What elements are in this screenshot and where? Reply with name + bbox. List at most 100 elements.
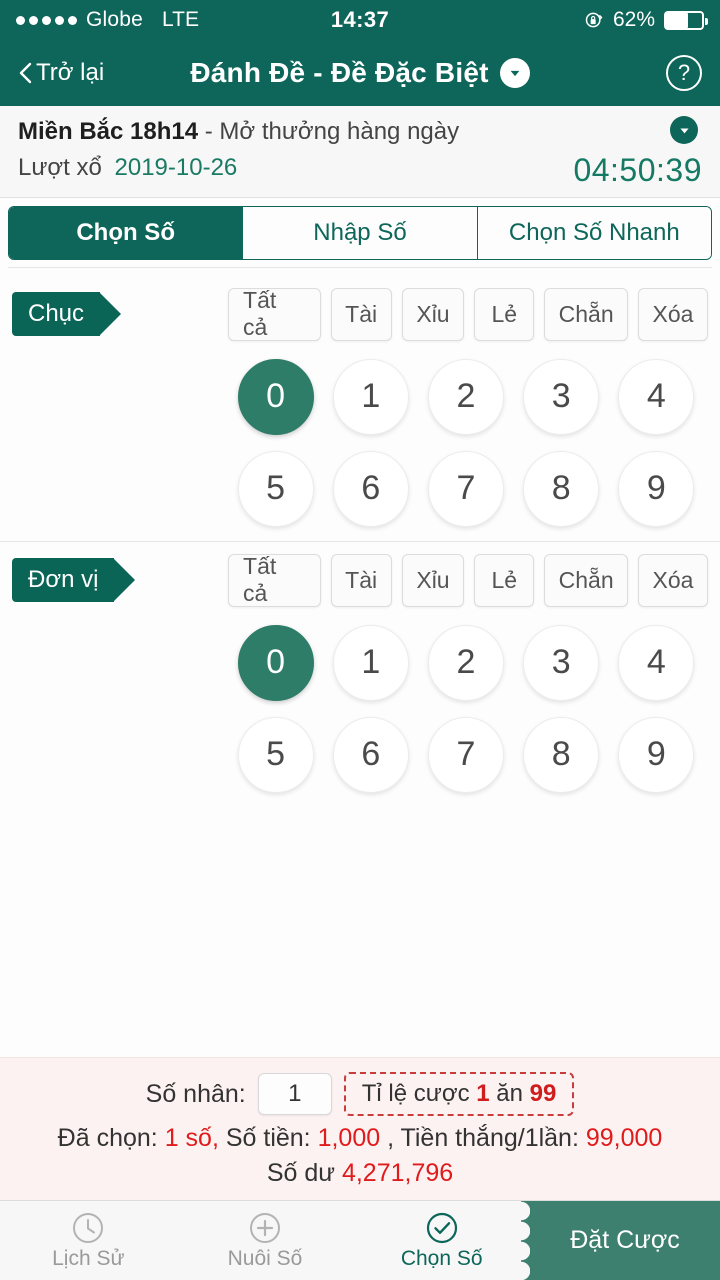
nav-item-chon-so[interactable]: Chọn Số [353,1201,530,1280]
number-ball-label: 4 [646,377,666,416]
draw-schedule: - Mở thưởng hàng ngày [204,118,460,145]
number-ball-label: 0 [266,643,286,682]
place-bet-label: Đặt Cược [570,1226,680,1254]
number-ball-0[interactable]: 0 [237,358,314,435]
page-title-group: Đánh Đề - Đề Đặc Biệt [0,57,720,89]
title-dropdown-button[interactable] [499,58,530,88]
number-ball-1[interactable]: 1 [332,624,409,701]
filter-button-5[interactable]: Xóa [637,553,708,607]
filter-button-0[interactable]: Tất cả [228,287,321,341]
filter-button-0[interactable]: Tất cả [228,553,321,607]
filter-button-row-2: Tất cả Tài Xỉu Lẻ Chẵn Xóa [228,553,720,607]
number-ball-2[interactable]: 2 [427,358,504,435]
number-ball-0[interactable]: 0 [237,624,314,701]
filter-button-label: Tài [345,566,378,593]
number-ball-label: 2 [456,377,476,416]
number-ball-label: 6 [361,469,381,508]
draw-region: Miền Bắc 18h14 [18,118,199,145]
panel-tag-label: Đơn vị [28,565,99,593]
tab-1[interactable]: Chọn Số [9,206,244,259]
multiplier-row: Số nhân: 1 Tỉ lệ cược 1 ăn 99 [0,1072,720,1116]
number-ball-5[interactable]: 5 [237,450,314,527]
number-grid-2: 0 1 2 3 4 5 6 7 8 9 [228,624,720,793]
balance-label: Số dư [266,1159,335,1187]
filter-button-label: Chẵn [558,566,614,593]
signal-strength-icon [16,15,77,25]
number-ball-label: 6 [361,735,381,774]
draw-expand-button[interactable] [670,116,698,144]
countdown-timer: 04:50:39 [573,151,702,188]
odds-mid: ăn [496,1080,523,1107]
number-ball-label: 7 [456,735,476,774]
nav-item-nuoi-so[interactable]: Nuôi Số [177,1201,354,1280]
number-ball-7[interactable]: 7 [427,450,504,527]
help-label: ? [677,60,691,85]
number-panel-2: Đơn vị Tất cả Tài Xỉu Lẻ Chẵn Xóa 0 1 2 3 4 5 6 7 8 9 [0,540,720,807]
number-ball-5[interactable]: 5 [237,716,314,793]
help-button[interactable]: ? [666,55,702,91]
number-ball-4[interactable]: 4 [618,358,695,435]
filter-button-1[interactable]: Tài [330,553,392,607]
filter-button-3[interactable]: Lẻ [474,287,535,341]
filter-button-1[interactable]: Tài [330,287,392,341]
filter-button-label: Xỉu [416,566,450,593]
back-button[interactable]: Trở lại [18,59,104,87]
number-ball-2[interactable]: 2 [427,624,504,701]
odds-badge: Tỉ lệ cược 1 ăn 99 [343,1072,575,1116]
number-ball-label: 0 [266,377,286,416]
carrier-name: Globe [86,8,144,31]
nav-label-history: Lịch Sử [52,1246,125,1270]
number-ball-label: 8 [551,735,571,774]
filter-button-4[interactable]: Chẵn [544,287,628,341]
place-bet-button[interactable]: Đặt Cược [521,1201,720,1280]
filter-button-4[interactable]: Chẵn [544,553,628,607]
number-ball-9[interactable]: 9 [618,450,695,527]
number-ball-3[interactable]: 3 [523,358,600,435]
odds-prefix: Tỉ lệ cược [361,1080,470,1107]
filter-button-label: Chẵn [558,300,614,327]
filter-button-2[interactable]: Xỉu [401,287,465,341]
number-ball-6[interactable]: 6 [332,450,409,527]
number-ball-7[interactable]: 7 [427,716,504,793]
nav-item-history[interactable]: Lịch Sử [0,1201,177,1280]
number-ball-label: 9 [646,469,666,508]
number-ball-label: 5 [266,735,286,774]
filter-button-row-1: Tất cả Tài Xỉu Lẻ Chẵn Xóa [228,287,720,341]
clock-icon [71,1211,105,1245]
number-ball-6[interactable]: 6 [332,716,409,793]
chevron-left-icon [18,62,32,84]
draw-label: Lượt xổ [18,154,102,182]
panel-tag-label: Chục [28,299,85,327]
filter-button-2[interactable]: Xỉu [401,553,465,607]
filter-button-label: Tất cả [243,287,277,341]
tab-3[interactable]: Chọn Số Nhanh [477,206,711,259]
number-ball-label: 9 [646,735,666,774]
number-ball-8[interactable]: 8 [523,716,600,793]
tab-2[interactable]: Nhập Số [243,206,478,259]
status-bar: Globe LTE 14:37 62% [0,0,720,40]
number-ball-1[interactable]: 1 [332,358,409,435]
battery-icon [664,10,708,30]
filter-button-3[interactable]: Lẻ [474,553,535,607]
filter-button-label: Xóa [652,566,694,593]
caret-down-icon [679,127,689,133]
number-grid-1: 0 1 2 3 4 5 6 7 8 9 [228,358,720,527]
selection-summary-row: Đã chọn: 1 số, Số tiền: 1,000 , Tiền thắ… [0,1124,720,1153]
draw-date: 2019-10-26 [114,154,238,182]
number-ball-label: 4 [646,643,666,682]
nav-label-nuoi-so: Nuôi Số [227,1246,303,1270]
bet-summary: Số nhân: 1 Tỉ lệ cược 1 ăn 99 Đã chọn: 1… [0,1057,720,1200]
multiplier-input[interactable]: 1 [257,1073,332,1115]
panel-tag-1: Chục [12,291,122,336]
number-ball-3[interactable]: 3 [523,624,600,701]
number-ball-4[interactable]: 4 [618,624,695,701]
win-value: 99,000 [585,1124,663,1152]
lock-rotation-icon [584,10,604,30]
draw-region-line: Miền Bắc 18h14 - Mở thưởng hàng ngày [18,116,702,148]
number-ball-8[interactable]: 8 [523,450,600,527]
multiplier-label: Số nhân: [145,1079,246,1108]
filter-button-5[interactable]: Xóa [637,287,708,341]
mode-tabs: Chọn Số Nhập Số Chọn Số Nhanh [8,205,712,260]
number-ball-label: 8 [551,469,571,508]
number-ball-9[interactable]: 9 [618,716,695,793]
